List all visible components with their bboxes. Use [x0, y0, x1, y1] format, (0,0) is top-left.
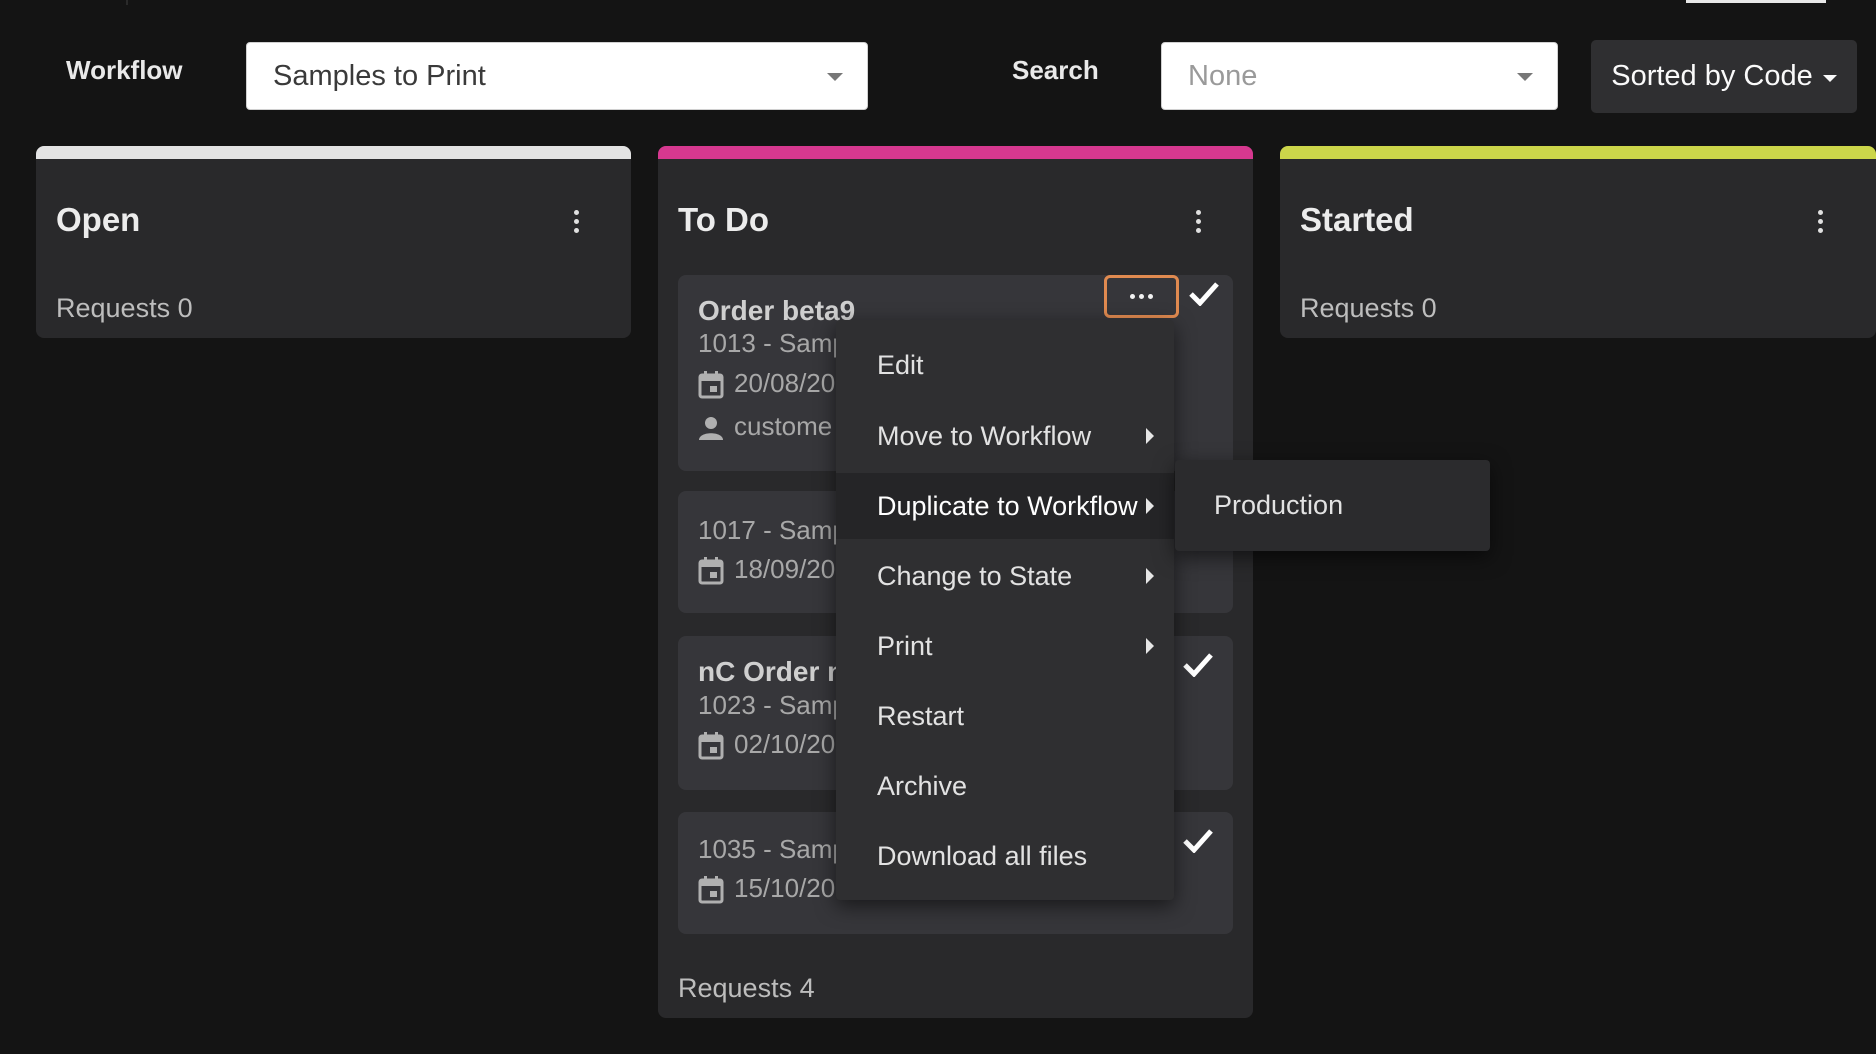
workflow-select[interactable]: Samples to Print	[246, 42, 868, 110]
card-date: 20/08/20	[734, 368, 836, 398]
calendar-icon	[698, 557, 724, 585]
column-menu-icon[interactable]	[1810, 206, 1830, 236]
submenu-item-production[interactable]: Production	[1175, 460, 1490, 551]
menu-item-label: Print	[877, 630, 933, 661]
checkmark-icon	[1183, 653, 1213, 677]
menu-item-duplicate-to-workflow[interactable]: Duplicate to Workflow	[836, 473, 1174, 539]
card-date: 15/10/20	[734, 873, 836, 903]
caret-down-icon	[1822, 75, 1837, 82]
column-started: Started Requests 0	[1280, 146, 1876, 338]
workflow-label: Workflow	[66, 55, 183, 85]
card-code: 1023 - Samp	[698, 690, 847, 720]
column-request-count: Requests 4	[678, 973, 815, 1003]
search-select[interactable]: None	[1161, 42, 1558, 110]
menu-item-download-all-files[interactable]: Download all files	[836, 823, 1174, 889]
submenu-item-label: Production	[1214, 490, 1344, 520]
menu-item-label: Move to Workflow	[877, 420, 1092, 451]
menu-item-label: Archive	[877, 770, 968, 801]
chevron-down-icon	[827, 73, 843, 81]
chevron-right-icon	[1146, 568, 1154, 584]
search-select-placeholder: None	[1188, 59, 1258, 92]
card-title: nC Order n	[698, 656, 845, 687]
column-color-bar	[658, 146, 1253, 159]
card-customer: custome	[734, 411, 833, 441]
column-title: To Do	[678, 201, 770, 238]
menu-item-move-to-workflow[interactable]: Move to Workflow	[836, 403, 1174, 469]
active-tab-indicator	[1686, 0, 1826, 3]
workflow-select-value: Samples to Print	[273, 59, 486, 92]
menu-item-print[interactable]: Print	[836, 613, 1174, 679]
chevron-down-icon	[1517, 73, 1533, 81]
column-title: Open	[56, 201, 141, 238]
menu-item-edit[interactable]: Edit	[836, 332, 1174, 398]
calendar-icon	[698, 732, 724, 760]
card-date: 18/09/20	[734, 554, 836, 584]
chevron-right-icon	[1146, 428, 1154, 444]
person-icon	[699, 417, 723, 441]
chevron-right-icon	[1146, 498, 1154, 514]
search-label: Search	[1012, 55, 1099, 85]
top-divider	[0, 0, 1876, 5]
column-menu-icon[interactable]	[1188, 206, 1208, 236]
card-code: 1013 - Samp	[698, 328, 847, 358]
menu-item-label: Restart	[877, 700, 965, 731]
column-color-bar	[1280, 146, 1876, 159]
checkmark-icon	[1183, 829, 1213, 853]
card-code: 1035 - Samp	[698, 834, 847, 864]
sort-button-label: Sorted by Code	[1611, 60, 1813, 92]
column-open: Open Requests 0	[36, 146, 631, 338]
card-context-menu: Edit Move to Workflow Duplicate to Workf…	[836, 320, 1174, 900]
menu-item-restart[interactable]: Restart	[836, 683, 1174, 749]
chevron-right-icon	[1146, 638, 1154, 654]
card-more-options-button[interactable]	[1104, 275, 1179, 318]
duplicate-to-workflow-submenu: Production	[1175, 460, 1490, 551]
menu-item-label: Edit	[877, 349, 924, 380]
column-menu-icon[interactable]	[566, 206, 586, 236]
calendar-icon	[698, 876, 724, 904]
card-title: Order beta9	[698, 295, 856, 326]
menu-item-change-to-state[interactable]: Change to State	[836, 543, 1174, 609]
column-color-bar	[36, 146, 631, 159]
column-title: Started	[1300, 201, 1414, 238]
top-divider-tick	[126, 0, 128, 5]
menu-item-archive[interactable]: Archive	[836, 753, 1174, 819]
column-request-count: Requests 0	[56, 293, 193, 323]
sort-button[interactable]: Sorted by Code	[1591, 40, 1857, 113]
menu-item-label: Download all files	[877, 840, 1088, 871]
menu-item-label: Change to State	[877, 560, 1073, 591]
card-code: 1017 - Samp	[698, 515, 847, 545]
calendar-icon	[698, 371, 724, 399]
card-date: 02/10/20	[734, 729, 836, 759]
menu-item-label: Duplicate to Workflow	[877, 490, 1138, 521]
checkmark-icon	[1189, 282, 1219, 306]
column-request-count: Requests 0	[1300, 293, 1437, 323]
